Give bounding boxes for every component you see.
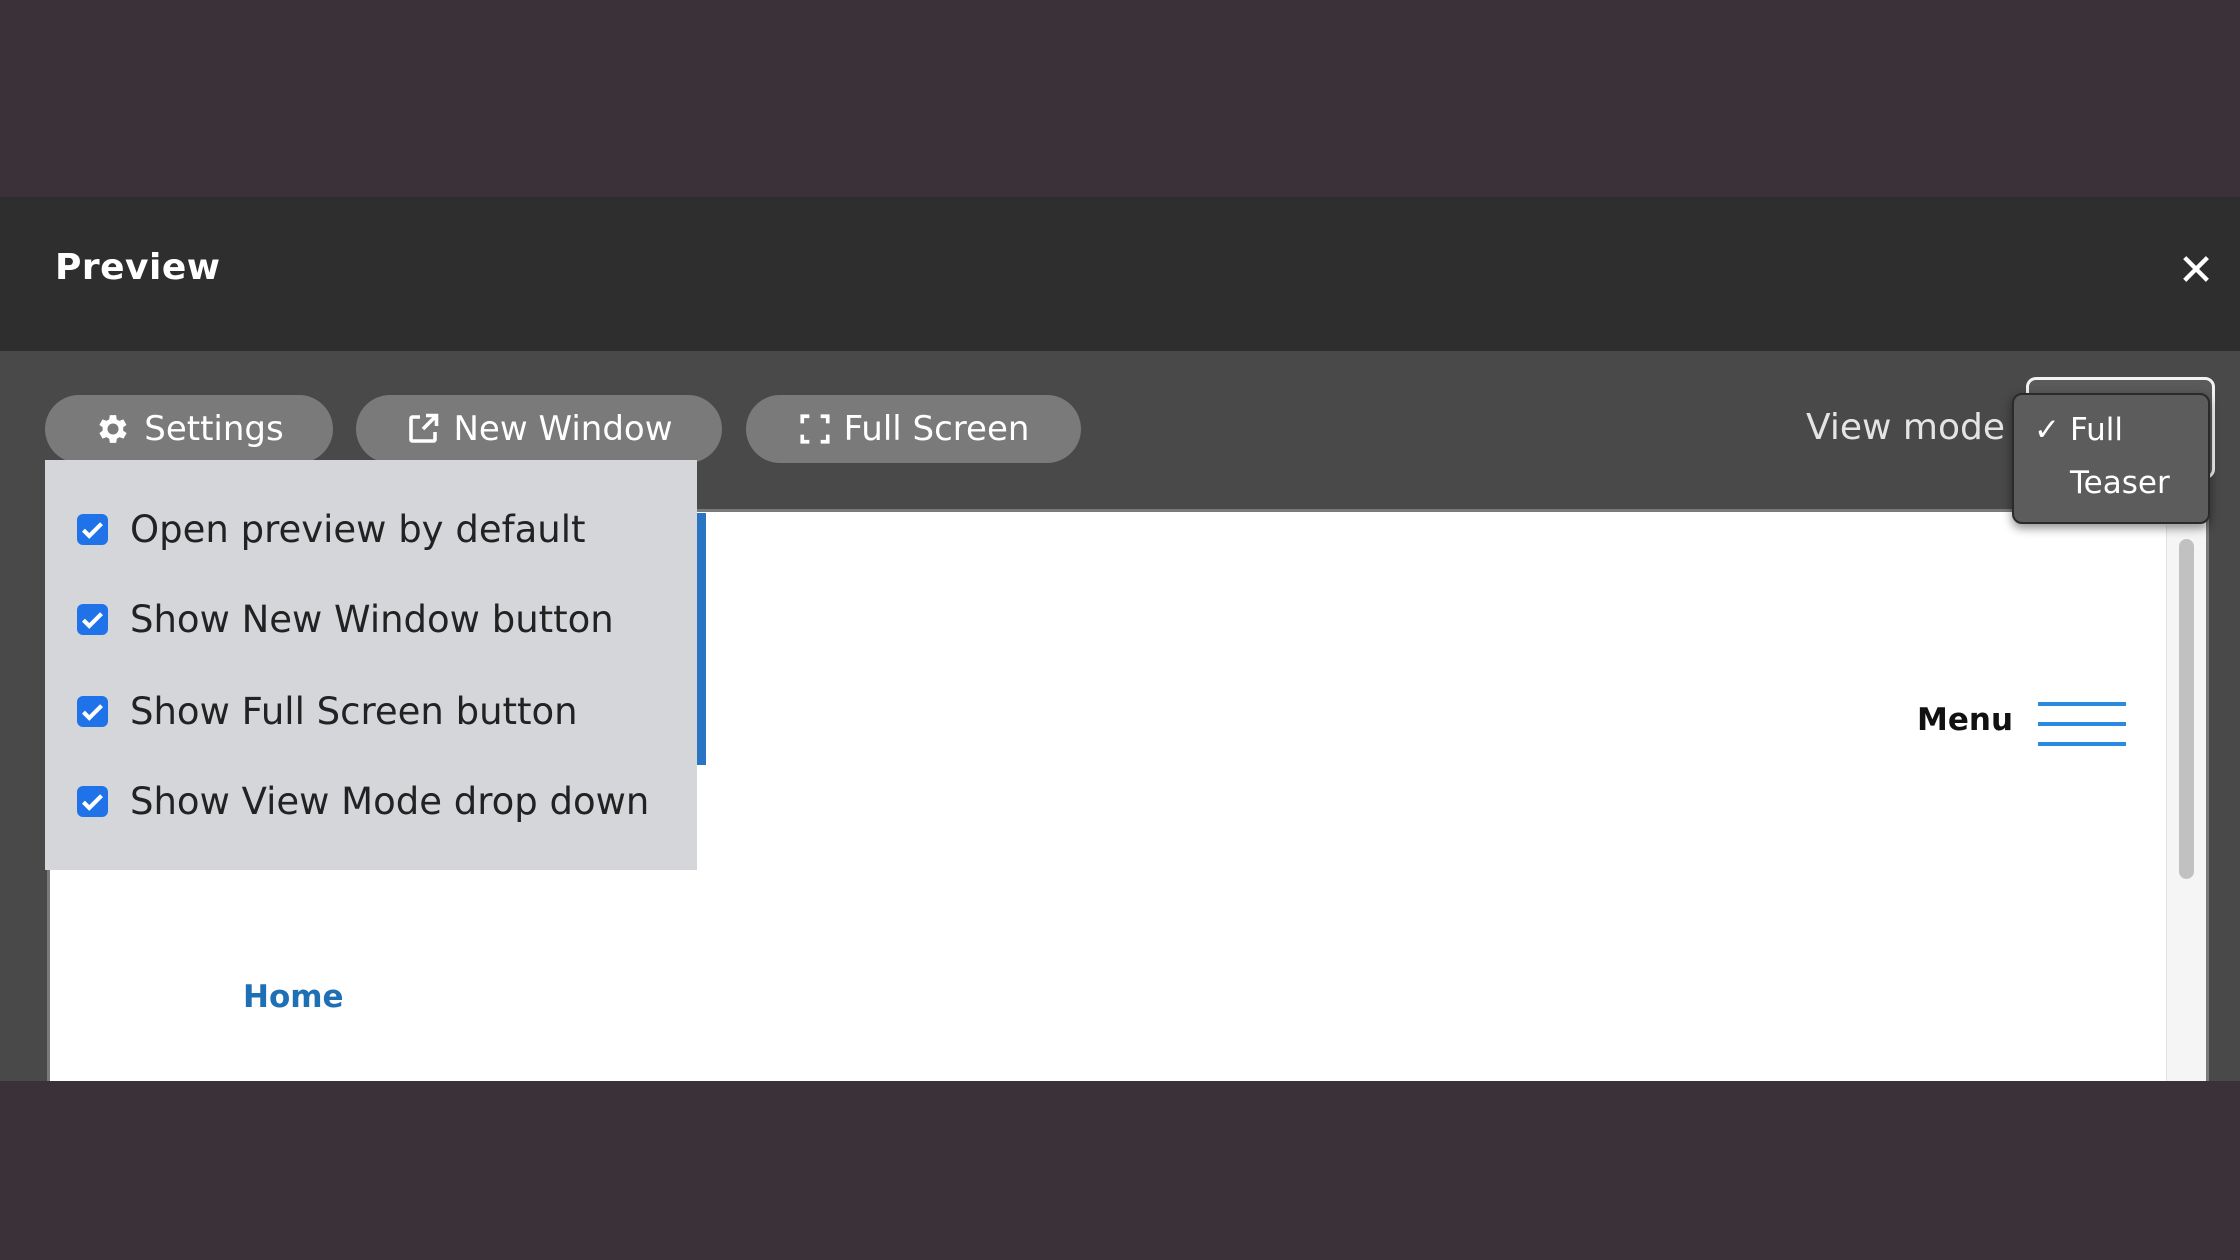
preview-scrollbar[interactable] [2166, 525, 2206, 1081]
preview-menu-label[interactable]: Menu [1917, 702, 2013, 738]
full-screen-button[interactable]: Full Screen [746, 395, 1081, 463]
checkbox[interactable] [77, 695, 108, 727]
view-mode-option-teaser[interactable]: Teaser [2014, 458, 2208, 508]
setting-label: Show Full Screen button [130, 689, 578, 733]
checkmark-icon: ✓ [2034, 412, 2060, 448]
view-mode-option-full[interactable]: ✓ Full [2014, 405, 2208, 455]
external-link-icon [409, 413, 439, 443]
dialog-title: Preview [55, 247, 221, 288]
checkmark-icon [81, 703, 104, 721]
scrollbar-thumb[interactable] [2179, 539, 2194, 879]
preview-accent-bar [696, 513, 706, 765]
gear-icon [99, 415, 127, 443]
settings-button[interactable]: Settings [45, 395, 333, 463]
checkmark-icon [81, 521, 104, 539]
checkbox[interactable] [77, 603, 108, 635]
view-mode-option-label: Full [2070, 412, 2124, 448]
expand-icon [799, 414, 830, 444]
checkmark-icon [81, 793, 104, 811]
hamburger-icon[interactable] [2038, 702, 2126, 746]
new-window-button-label: New Window [453, 409, 673, 449]
full-screen-button-label: Full Screen [843, 409, 1030, 449]
view-mode-label: View mode [1806, 407, 2005, 448]
setting-show-full-screen-button[interactable]: Show Full Screen button [77, 681, 578, 741]
setting-open-preview-by-default[interactable]: Open preview by default [77, 499, 586, 559]
setting-label: Show View Mode drop down [130, 779, 650, 823]
checkbox[interactable] [77, 513, 108, 545]
checkbox[interactable] [77, 785, 108, 817]
settings-button-label: Settings [144, 409, 284, 449]
view-mode-option-label: Teaser [2070, 465, 2170, 501]
setting-label: Open preview by default [130, 507, 586, 551]
view-mode-dropdown-menu: ✓ Full Teaser [2012, 393, 2210, 524]
close-icon[interactable]: ✕ [2170, 245, 2222, 297]
setting-label: Show New Window button [130, 597, 614, 641]
dialog-titlebar: Preview ✕ [0, 197, 2240, 351]
setting-show-new-window-button[interactable]: Show New Window button [77, 589, 614, 649]
checkmark-icon [81, 611, 104, 629]
setting-show-view-mode-drop-down[interactable]: Show View Mode drop down [77, 771, 649, 831]
preview-home-link[interactable]: Home [243, 979, 344, 1015]
new-window-button[interactable]: New Window [356, 395, 722, 463]
